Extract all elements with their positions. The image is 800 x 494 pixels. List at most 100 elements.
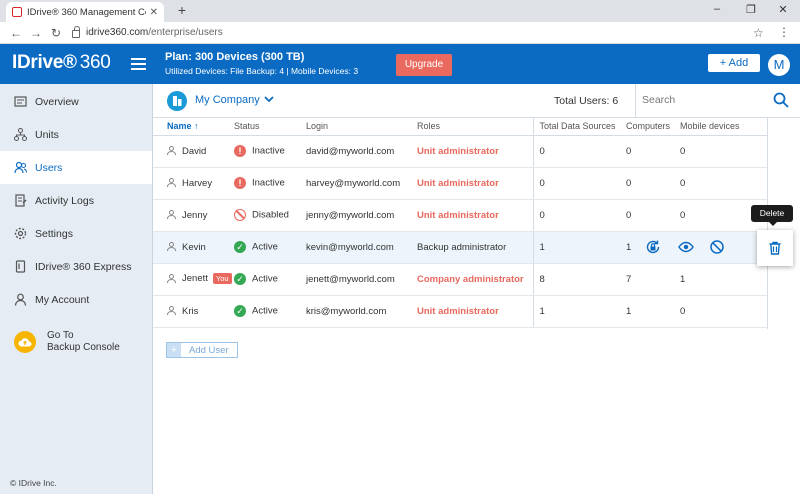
go-to-backup-console[interactable]: Go To Backup Console: [14, 330, 120, 354]
search-box: [635, 84, 800, 117]
add-user-button[interactable]: + Add User: [166, 342, 238, 358]
role-cell[interactable]: Unit administrator: [417, 167, 533, 200]
activity-logs-icon: [14, 194, 27, 207]
reset-password-icon[interactable]: [645, 239, 661, 255]
user-name: Kevin: [182, 241, 206, 253]
status-text: Disabled: [252, 209, 289, 221]
role-cell[interactable]: Unit administrator: [417, 295, 533, 328]
disable-user-icon[interactable]: [709, 239, 725, 255]
role-cell[interactable]: Company administrator: [417, 263, 533, 296]
user-icon: [167, 146, 176, 156]
idrive-logo[interactable]: IDrive® 360: [12, 52, 111, 74]
trash-icon: [769, 241, 781, 255]
login-cell: jenny@myworld.com: [306, 199, 417, 232]
column-header-roles: Roles: [417, 118, 533, 136]
user-icon: [167, 210, 176, 220]
users-icon: [14, 161, 27, 174]
user-name: Jenny: [182, 209, 208, 221]
user-icon: [167, 274, 176, 284]
computers-cell: 1: [626, 295, 680, 328]
upgrade-button[interactable]: Upgrade: [396, 54, 452, 76]
sidebar-item-settings[interactable]: Settings: [0, 217, 152, 250]
role-cell: Backup administrator: [417, 231, 533, 264]
table-row-selected[interactable]: Kevin ✓ Active kevin@myworld.com Backup a…: [153, 231, 767, 264]
restore-icon[interactable]: ❐: [736, 3, 766, 16]
sidebar-item-my-account[interactable]: My Account: [0, 283, 152, 316]
data-sources-cell: 0: [532, 167, 626, 200]
back-icon[interactable]: ←: [6, 26, 26, 40]
column-header-name[interactable]: Name ↑: [153, 118, 234, 136]
browser-menu-icon[interactable]: ⋮: [778, 25, 790, 39]
sidebar-item-units[interactable]: Units: [0, 118, 152, 151]
role-cell[interactable]: Unit administrator: [417, 199, 533, 232]
table-row[interactable]: Jenny Disabled jenny@myworld.com Unit ad…: [153, 199, 767, 232]
role-cell[interactable]: Unit administrator: [417, 135, 533, 168]
status-text: Active: [252, 305, 278, 317]
gear-icon: [14, 227, 27, 240]
user-icon: [167, 178, 176, 188]
company-building-icon: [167, 91, 187, 111]
data-sources-cell: 0: [532, 135, 626, 168]
sidebar-item-overview[interactable]: Overview: [0, 85, 152, 118]
url-field[interactable]: idrive360.com/enterprise/users: [72, 25, 223, 38]
computers-cell: 0: [626, 135, 680, 168]
login-cell: david@myworld.com: [306, 135, 417, 168]
sidebar-item-express[interactable]: IDrive® 360 Express: [0, 250, 152, 283]
overview-icon: [14, 95, 27, 108]
forward-icon[interactable]: →: [26, 26, 46, 40]
window-close-icon[interactable]: ✕: [768, 3, 798, 16]
status-text: Active: [252, 273, 278, 285]
user-name: Harvey: [182, 177, 213, 189]
browser-tab[interactable]: IDrive® 360 Management Conso ✕: [6, 2, 164, 22]
plan-usage: Utilized Devices: File Backup: 4 | Mobil…: [165, 66, 359, 76]
search-icon[interactable]: [773, 92, 789, 108]
avatar[interactable]: M: [768, 54, 790, 76]
sidebar-item-users[interactable]: Users: [0, 151, 152, 184]
plus-icon: +: [167, 343, 181, 357]
lock-icon: [72, 25, 80, 38]
reload-icon[interactable]: ↻: [46, 26, 66, 40]
search-input[interactable]: [642, 92, 762, 108]
table-row[interactable]: David ! Inactive david@myworld.com Unit a…: [153, 135, 767, 168]
sort-up-icon: ↑: [194, 121, 199, 132]
you-badge: You: [212, 273, 232, 285]
table-right-border: [767, 118, 768, 329]
delete-tooltip: Delete: [751, 205, 793, 226]
sidebar-item-activity-logs[interactable]: Activity Logs: [0, 184, 152, 217]
user-name: Jenett: [182, 273, 208, 285]
table-row[interactable]: Kris ✓ Active kris@myworld.com Unit admin…: [153, 295, 767, 328]
hamburger-menu-icon[interactable]: [131, 58, 146, 70]
view-eye-icon[interactable]: [678, 239, 694, 255]
express-icon: [14, 260, 27, 273]
url-path: /enterprise/users: [148, 27, 223, 38]
chevron-down-icon[interactable]: [264, 94, 274, 104]
column-header-status: Status: [234, 118, 306, 136]
user-icon: [167, 242, 176, 252]
user-name: David: [182, 145, 207, 157]
table-header-row: Name ↑ Status Login Roles Total Data Sou…: [153, 118, 767, 136]
minimize-icon[interactable]: –: [702, 3, 732, 15]
tab-close-icon[interactable]: ✕: [150, 7, 158, 18]
account-icon: [14, 293, 27, 306]
app-header: IDrive® 360 Plan: 300 Devices (300 TB) Ut…: [0, 44, 800, 84]
mobile-cell: 0: [680, 167, 767, 200]
disabled-status-icon: [234, 209, 246, 221]
data-sources-cell: 1: [532, 231, 626, 264]
login-cell: harvey@myworld.com: [306, 167, 417, 200]
bookmark-star-icon[interactable]: ☆: [753, 26, 764, 40]
computers-cell: 0: [626, 167, 680, 200]
browser-tab-bar: IDrive® 360 Management Conso ✕ + – ❐ ✕: [0, 0, 800, 22]
new-tab-icon[interactable]: +: [174, 2, 190, 18]
company-selector[interactable]: My Company: [195, 94, 260, 106]
table-row[interactable]: Jenett You ✓ Active jenett@myworld.com Com…: [153, 263, 767, 296]
computers-cell: 1: [626, 241, 632, 253]
sidebar: Overview Units Users Activity Logs Setti…: [0, 84, 153, 494]
inactive-status-icon: !: [234, 177, 246, 189]
status-text: Inactive: [252, 177, 285, 189]
add-button[interactable]: + Add: [708, 54, 760, 72]
login-cell: kris@myworld.com: [306, 295, 417, 328]
mobile-cell: 0: [680, 295, 767, 328]
column-header-login: Login: [306, 118, 417, 136]
delete-user-button[interactable]: [757, 230, 793, 266]
table-row[interactable]: Harvey ! Inactive harvey@myworld.com Unit…: [153, 167, 767, 200]
